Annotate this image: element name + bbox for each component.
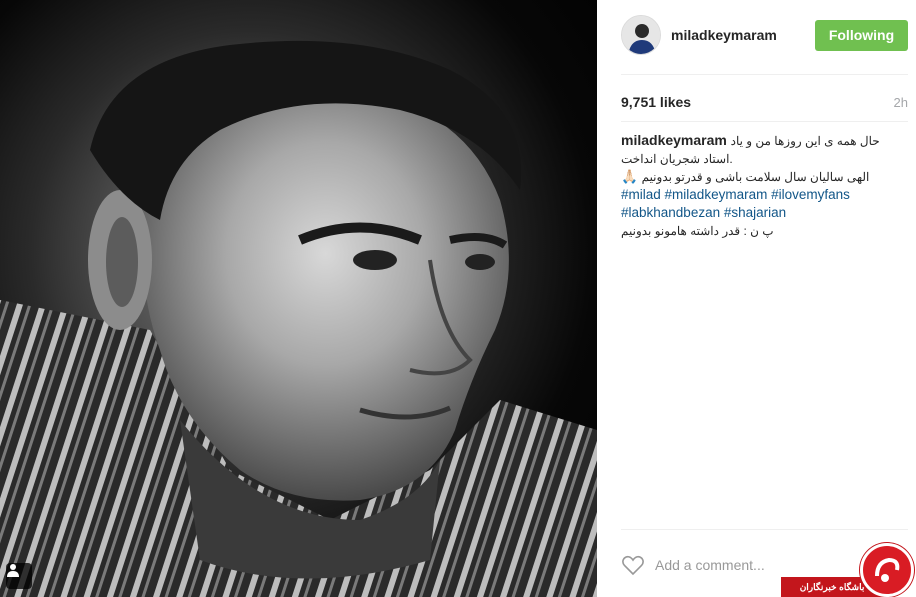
hashtag-shajarian[interactable]: #shajarian [724,205,786,220]
post-photo[interactable] [0,0,597,597]
hashtag-labkhandbezan[interactable]: #labkhandbezan [621,205,720,220]
comment-divider [621,529,908,530]
post-time[interactable]: 2h [894,95,908,110]
hashtag-miladkeymaram[interactable]: #miladkeymaram [665,187,768,202]
heart-icon[interactable] [621,554,645,576]
caption: miladkeymaram حال همه ی این روزها من و ی… [621,131,906,240]
watermark-emblem [860,543,914,597]
hashtag-ilovemyfans[interactable]: #ilovemyfans [771,187,850,202]
likes-count[interactable]: 9,751 likes [621,94,691,110]
post-sidebar: miladkeymaram Following 9,751 likes 2h m… [597,0,916,597]
caption-username[interactable]: miladkeymaram [621,132,727,148]
caption-text-3: الهی سالیان سال سلامت باشی و قدرتو بدونی… [641,170,870,184]
header-divider [621,74,908,75]
hashtag-milad[interactable]: #milad [621,187,661,202]
portrait-illustration [0,40,597,597]
post-header: miladkeymaram Following [621,14,908,56]
likes-row: 9,751 likes 2h [621,94,908,110]
caption-text-1: حال همه ی این روزها من و یاد [730,134,880,148]
caption-text-2: .استاد شجریان انداخت [621,152,733,166]
avatar[interactable] [621,15,661,55]
watermark-logo: باشگاه خبرنگاران [781,540,916,597]
following-button[interactable]: Following [815,19,908,51]
user-tag-icon[interactable] [6,563,32,589]
caption-text-6: پ ن : قدر داشته هامونو بدونیم [621,224,774,238]
pray-emoji: 🙏🏻 [621,169,638,184]
username-link[interactable]: miladkeymaram [671,27,815,43]
likes-divider [621,121,908,122]
